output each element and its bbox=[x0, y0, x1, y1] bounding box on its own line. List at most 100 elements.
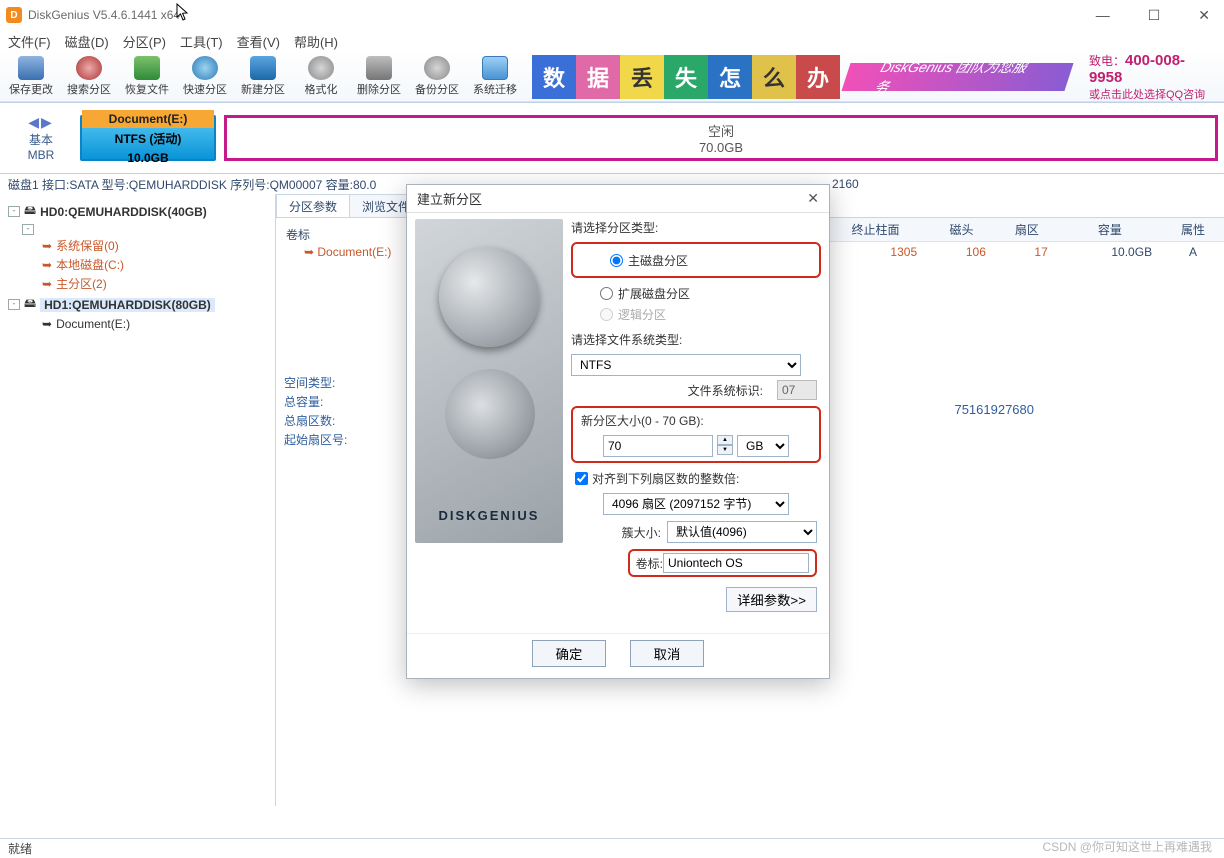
cancel-button[interactable]: 取消 bbox=[630, 640, 704, 667]
banner: 数 据 丢 失 怎 么 办 DiskGenius 团队为您服务 致电：400-0… bbox=[532, 55, 1218, 99]
tree-toggle[interactable]: - bbox=[22, 224, 34, 235]
close-button[interactable]: ✕ bbox=[1190, 3, 1218, 28]
fsid-label: 文件系统标识: bbox=[688, 382, 763, 399]
maximize-button[interactable]: ☐ bbox=[1140, 3, 1169, 28]
nav-arrows[interactable]: ◀▶ bbox=[28, 114, 54, 131]
table-row[interactable]: 1305 106 17 10.0GB A bbox=[824, 242, 1224, 263]
part-icon: ➥ bbox=[42, 239, 52, 253]
tree-item[interactable]: 系统保留(0) bbox=[56, 237, 119, 254]
tree-item[interactable]: Document(E:) bbox=[56, 317, 130, 331]
radio-extended[interactable]: 扩展磁盘分区 bbox=[595, 284, 817, 302]
volume-label: 卷标: bbox=[636, 555, 663, 572]
menu-partition[interactable]: 分区(P) bbox=[123, 32, 166, 51]
tree-toggle[interactable]: - bbox=[8, 206, 20, 217]
tool-search[interactable]: 搜索分区 bbox=[64, 56, 114, 97]
disk-type-box: ◀▶ 基本 MBR bbox=[6, 109, 76, 167]
tool-recover[interactable]: 恢复文件 bbox=[122, 56, 172, 97]
banner-phone[interactable]: 致电：400-008-9958 或点击此处选择QQ咨询 bbox=[1089, 52, 1218, 102]
space-info: 空间类型: 总容量: 总扇区数: 起始扇区号: bbox=[284, 374, 347, 450]
window-controls: — ☐ ✕ bbox=[1088, 3, 1218, 28]
menu-view[interactable]: 查看(V) bbox=[237, 32, 280, 51]
unit-select[interactable]: GB bbox=[737, 435, 789, 457]
dialog-footer: 确定 取消 bbox=[407, 633, 829, 673]
partition-table: 终止柱面 磁头 扇区 容量 属性 1305 106 17 10.0GB A bbox=[824, 218, 1224, 262]
delete-icon bbox=[366, 56, 392, 80]
dialog-titlebar[interactable]: 建立新分区 ✕ bbox=[407, 185, 829, 213]
tool-delete[interactable]: 删除分区 bbox=[354, 56, 404, 97]
volume-input[interactable] bbox=[663, 553, 809, 573]
align-row: 对齐到下列扇区数的整数倍: 4096 扇区 (2097152 字节) bbox=[571, 469, 821, 515]
cluster-select[interactable]: 默认值(4096) bbox=[667, 521, 817, 543]
part-icon: ➥ bbox=[42, 277, 52, 291]
format-icon bbox=[308, 56, 334, 80]
watermark: CSDN @你可知这世上再难遇我 bbox=[1042, 838, 1212, 855]
space-type: 空间类型: bbox=[284, 374, 347, 391]
align-select[interactable]: 4096 扇区 (2097152 字节) bbox=[603, 493, 789, 515]
tree-item[interactable]: 本地磁盘(C:) bbox=[56, 256, 124, 273]
menu-file[interactable]: 文件(F) bbox=[8, 32, 51, 51]
disk-tree[interactable]: - 🖴 HD0:QEMUHARDDISK(40GB) - ➥ 系统保留(0) ➥… bbox=[0, 194, 276, 806]
banner-blocks: 数 据 丢 失 怎 么 办 bbox=[532, 55, 840, 99]
part-icon: ➥ bbox=[42, 317, 52, 331]
align-checkbox-label[interactable]: 对齐到下列扇区数的整数倍: bbox=[571, 472, 739, 486]
menu-help[interactable]: 帮助(H) bbox=[294, 32, 338, 51]
dialog-image-text: DISKGENIUS bbox=[415, 508, 563, 523]
tree-toggle[interactable]: - bbox=[8, 299, 20, 310]
align-checkbox[interactable] bbox=[575, 472, 588, 485]
tool-quick[interactable]: 快速分区 bbox=[180, 56, 230, 97]
free-label: 空闲 bbox=[708, 121, 734, 140]
ok-button[interactable]: 确定 bbox=[532, 640, 606, 667]
save-icon bbox=[18, 56, 44, 80]
tool-backup[interactable]: 备份分区 bbox=[412, 56, 462, 97]
toolbar: 保存更改 搜索分区 恢复文件 快速分区 新建分区 格式化 删除分区 备份分区 系… bbox=[0, 52, 1224, 102]
part-icon: ➥ bbox=[42, 258, 52, 272]
tree-hd1[interactable]: HD1:QEMUHARDDISK(80GB) bbox=[40, 298, 215, 312]
col-sector: 扇区 bbox=[996, 218, 1058, 242]
dialog-close-button[interactable]: ✕ bbox=[807, 190, 819, 207]
col-cap: 容量 bbox=[1058, 218, 1162, 242]
space-sectors: 总扇区数: bbox=[284, 412, 347, 429]
fs-type-label: 请选择文件系统类型: bbox=[571, 331, 821, 348]
detail-button[interactable]: 详细参数>> bbox=[726, 587, 817, 612]
size-group: 新分区大小(0 - 70 GB): ▲▼ GB bbox=[571, 406, 821, 463]
size-input[interactable] bbox=[603, 435, 713, 457]
dialog-image: DISKGENIUS bbox=[415, 219, 563, 543]
space-start: 起始扇区号: bbox=[284, 431, 347, 448]
radio-primary[interactable]: 主磁盘分区 bbox=[605, 251, 807, 269]
tool-migrate[interactable]: 系统迁移 bbox=[470, 56, 520, 97]
tab-params[interactable]: 分区参数 bbox=[276, 194, 350, 217]
menu-disk[interactable]: 磁盘(D) bbox=[65, 32, 109, 51]
statusbar: 就绪 bbox=[0, 838, 1224, 858]
partition-document-e[interactable]: Document(E:) NTFS (活动) 10.0GB bbox=[80, 115, 216, 161]
disk-icon: 🖴 bbox=[24, 294, 36, 315]
app-icon: D bbox=[6, 7, 22, 23]
tool-save[interactable]: 保存更改 bbox=[6, 56, 56, 97]
titlebar: D DiskGenius V5.4.6.1441 x64 — ☐ ✕ bbox=[0, 0, 1224, 30]
new-partition-dialog: 建立新分区 ✕ DISKGENIUS 请选择分区类型: 主磁盘分区 扩展磁盘分区… bbox=[406, 184, 830, 679]
spin-up[interactable]: ▲ bbox=[717, 435, 733, 445]
partition-type-label: 请选择分区类型: bbox=[571, 219, 821, 236]
tool-new[interactable]: 新建分区 bbox=[238, 56, 288, 97]
tree-item[interactable]: 主分区(2) bbox=[56, 275, 107, 292]
fs-select[interactable]: NTFS bbox=[571, 354, 801, 376]
partition-size: 10.0GB bbox=[127, 149, 168, 167]
partition-name: Document(E:) bbox=[82, 110, 214, 128]
window-title: DiskGenius V5.4.6.1441 x64 bbox=[28, 8, 180, 22]
disk-visual-bar: ◀▶ 基本 MBR Document(E:) NTFS (活动) 10.0GB … bbox=[0, 102, 1224, 174]
recover-icon bbox=[134, 56, 160, 80]
free-size: 70.0GB bbox=[699, 140, 743, 155]
space-total: 总容量: bbox=[284, 393, 347, 410]
tool-format[interactable]: 格式化 bbox=[296, 56, 346, 97]
tree-hd0[interactable]: HD0:QEMUHARDDISK(40GB) bbox=[40, 205, 207, 219]
spin-down[interactable]: ▼ bbox=[717, 445, 733, 455]
search-icon bbox=[76, 56, 102, 80]
disk-icon: 🖴 bbox=[24, 201, 36, 222]
banner-char: 数 bbox=[532, 55, 576, 99]
free-space-box[interactable]: 空闲 70.0GB bbox=[224, 115, 1218, 161]
migrate-icon bbox=[482, 56, 508, 80]
quick-icon bbox=[192, 56, 218, 80]
minimize-button[interactable]: — bbox=[1088, 3, 1118, 28]
menu-tools[interactable]: 工具(T) bbox=[180, 32, 223, 51]
sector-count-value: 75161927680 bbox=[954, 402, 1034, 417]
size-spinner[interactable]: ▲▼ bbox=[717, 435, 733, 457]
